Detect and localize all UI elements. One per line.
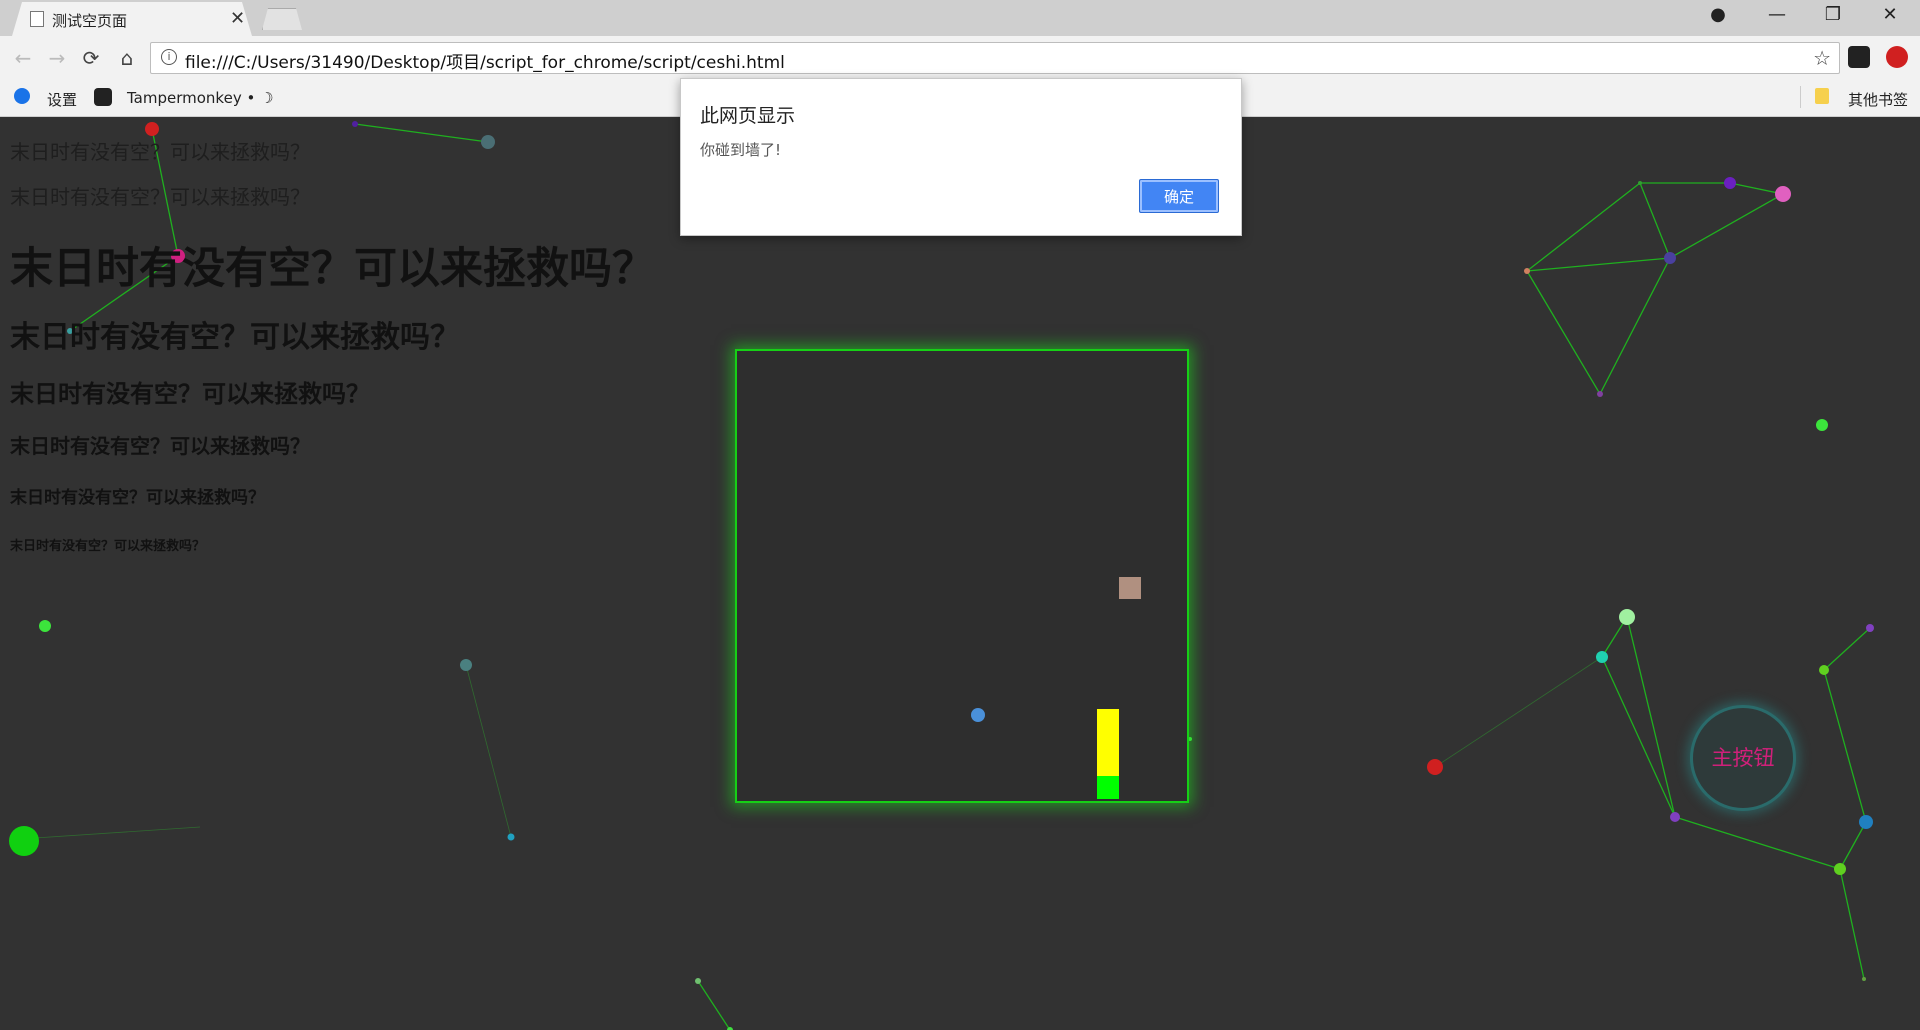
new-tab-button[interactable] (262, 8, 302, 30)
bookmarks-divider (1800, 86, 1801, 108)
heading-4: 末日时有没有空？可以来拯救吗？ (10, 320, 460, 355)
restore-button[interactable]: ❐ (1821, 4, 1845, 25)
heading-3: 末日时有没有空？可以来拯救吗？ (10, 244, 655, 294)
close-window-button[interactable]: ✕ (1878, 4, 1902, 25)
heading-2: 末日时有没有空？可以来拯救吗？ (10, 185, 310, 209)
bookmark-other[interactable]: 其他书签 (1848, 89, 1908, 110)
ball (971, 708, 985, 722)
heading-8: 末日时有没有空？可以来拯救吗？ (10, 539, 206, 554)
heading-5: 末日时有没有空？可以来拯救吗？ (10, 380, 370, 408)
heading-7: 末日时有没有空？可以来拯救吗？ (10, 488, 265, 508)
reload-button[interactable]: ⟳ (78, 46, 104, 70)
main-button[interactable]: 主按钮 (1690, 705, 1796, 811)
tab-strip: 测试空页面 ✕ ● — ❐ ✕ (0, 0, 1920, 36)
site-info-icon[interactable]: i (161, 49, 177, 65)
close-tab-icon[interactable]: ✕ (230, 8, 245, 29)
paddle[interactable] (1097, 709, 1119, 776)
tampermonkey-icon (94, 88, 112, 106)
page-content: 末日时有没有空？可以来拯救吗？ 末日时有没有空？可以来拯救吗？ 末日时有没有空？… (0, 117, 1920, 1030)
settings-gear-icon (14, 88, 30, 104)
tab-title: 测试空页面 (52, 12, 128, 30)
heading-6: 末日时有没有空？可以来拯救吗？ (10, 434, 310, 458)
address-bar[interactable]: i file:///C:/Users/31490/Desktop/项目/scri… (150, 42, 1840, 74)
bookmark-settings[interactable]: 设置 (47, 89, 77, 110)
browser-tab[interactable]: 测试空页面 ✕ (12, 2, 252, 36)
target-block (1119, 577, 1141, 599)
heading-1: 末日时有没有空？可以来拯救吗？ (10, 140, 310, 164)
paddle-base (1097, 776, 1119, 799)
page-icon (30, 11, 44, 27)
folder-icon (1815, 88, 1829, 104)
browser-toolbar: ← → ⟳ ⌂ i file:///C:/Users/31490/Desktop… (0, 36, 1920, 80)
forward-button[interactable]: → (44, 46, 70, 70)
home-button[interactable]: ⌂ (114, 46, 140, 70)
dialog-message: 你碰到墙了! (700, 141, 782, 159)
back-button[interactable]: ← (10, 46, 36, 70)
minimize-button[interactable]: — (1765, 4, 1789, 25)
ok-button[interactable]: 确定 (1139, 179, 1219, 213)
account-icon[interactable]: ● (1706, 4, 1730, 25)
bookmark-star-icon[interactable]: ☆ (1813, 46, 1831, 70)
tampermonkey-extension-icon[interactable] (1848, 46, 1870, 68)
game-arena[interactable] (735, 349, 1189, 803)
extension-icon[interactable] (1886, 46, 1908, 68)
url-text[interactable]: file:///C:/Users/31490/Desktop/项目/script… (185, 48, 785, 73)
bookmark-tampermonkey[interactable]: Tampermonkey • ☽ (127, 89, 274, 107)
dialog-title: 此网页显示 (700, 105, 796, 127)
alert-dialog: 此网页显示 你碰到墙了! 确定 (680, 78, 1242, 236)
